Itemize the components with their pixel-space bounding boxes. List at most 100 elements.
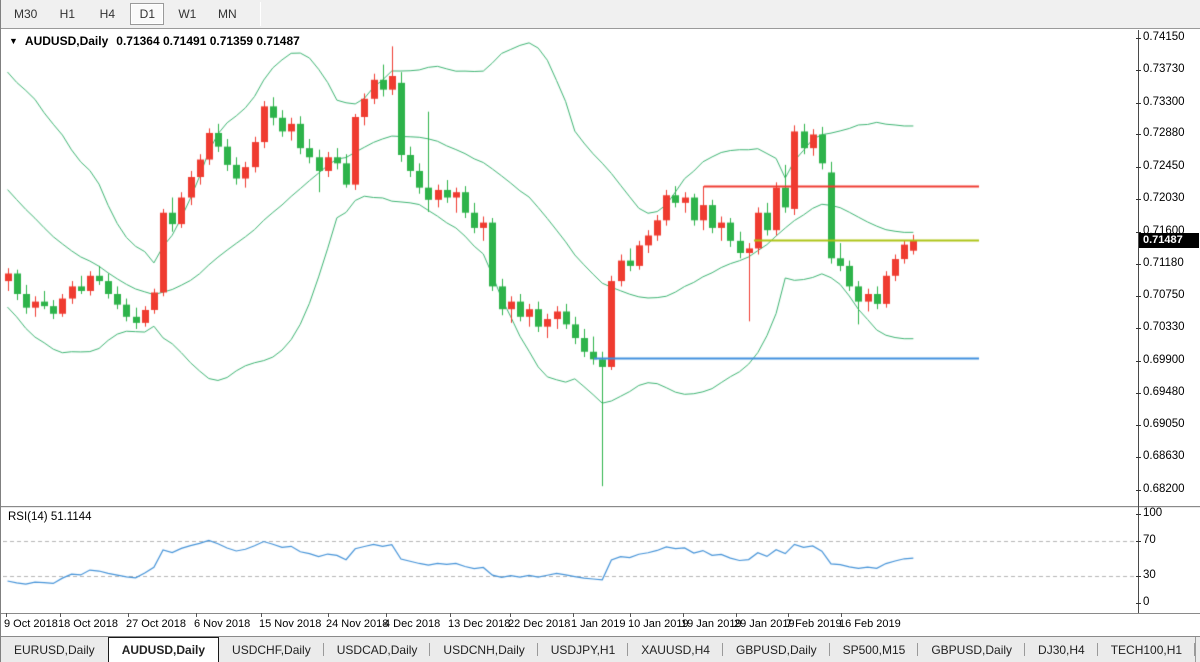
date-axis-tick [386, 613, 387, 617]
chart-ohlc-values: 0.71364 0.71491 0.71359 0.71487 [116, 34, 300, 48]
date-axis-tick [788, 613, 789, 617]
price-axis-label: 0.68200 [1143, 483, 1185, 495]
date-axis-label: 22 Dec 2018 [508, 618, 570, 630]
date-axis-tick [450, 613, 451, 617]
price-axis-tick [1136, 393, 1141, 394]
chevron-down-icon[interactable]: ▼ [9, 36, 18, 46]
date-axis-tick [328, 613, 329, 617]
tab-scroll-arrows: ◄ ► [1195, 637, 1200, 662]
price-axis-tick [1136, 167, 1141, 168]
date-axis-tick [736, 613, 737, 617]
date-axis-tick [630, 613, 631, 617]
timeframe-button-w1[interactable]: W1 [170, 3, 204, 25]
date-axis-tick [841, 613, 842, 617]
timeframe-button-h1[interactable]: H1 [50, 3, 84, 25]
date-axis-label: 27 Oct 2018 [126, 618, 186, 630]
chart-tab-usdcad-3[interactable]: USDCAD,Daily [324, 637, 431, 662]
rsi-axis-tick [1136, 576, 1141, 577]
date-axis-label: 1 Jan 2019 [571, 618, 625, 630]
price-axis-label: 0.73300 [1143, 96, 1185, 108]
chart-tab-usdjpy-5[interactable]: USDJPY,H1 [538, 637, 628, 662]
price-axis-label: 0.71180 [1143, 257, 1184, 269]
main-chart-panel [1, 30, 1200, 506]
date-axis-label: 9 Oct 2018 [4, 618, 58, 630]
date-axis: 9 Oct 201818 Oct 2018 27 Oct 2018 6 Nov 20… [1, 613, 1200, 636]
price-axis-label: 0.72030 [1143, 192, 1185, 204]
price-axis-tick [1136, 134, 1141, 135]
price-axis-border [1138, 30, 1139, 613]
price-axis-label: 0.69050 [1143, 418, 1185, 430]
date-axis-tick [573, 613, 574, 617]
rsi-axis-label: 100 [1143, 507, 1162, 519]
price-axis-label: 0.68630 [1143, 450, 1185, 462]
price-axis-label: 0.69480 [1143, 386, 1185, 398]
chart-tab-sp500-8[interactable]: SP500,M15 [830, 637, 919, 662]
price-axis-tick [1136, 361, 1141, 362]
date-axis-tick [196, 613, 197, 617]
date-axis-label: 19 Jan 2019 [681, 618, 742, 630]
trading-terminal-window: M30 H1 H4 D1 W1 MN ▼ AUDUSD,Daily 0.71364 0.714… [0, 0, 1200, 662]
date-axis-tick [261, 613, 262, 617]
price-axis-label: 0.74150 [1143, 31, 1185, 43]
tab-separator [1194, 643, 1195, 656]
price-axis-tick [1136, 328, 1141, 329]
chart-tab-gbpusd-9[interactable]: GBPUSD,Daily [918, 637, 1025, 662]
timeframe-button-h4[interactable]: H4 [90, 3, 124, 25]
price-axis-tick [1136, 103, 1141, 104]
chart-title: ▼ AUDUSD,Daily 0.71364 0.71491 0.71359 0.7… [9, 34, 300, 48]
chart-symbol-label: AUDUSD,Daily [25, 34, 108, 48]
timeframe-button-d1[interactable]: D1 [130, 3, 164, 25]
rsi-axis-label: 0 [1143, 596, 1149, 608]
timeframe-toolbar: M30 H1 H4 D1 W1 MN [1, 0, 1200, 29]
date-axis-tick [128, 613, 129, 617]
date-axis-label: 6 Nov 2018 [194, 618, 250, 630]
price-axis-tick [1136, 457, 1141, 458]
chart-tab-dj30-10[interactable]: DJ30,H4 [1025, 637, 1098, 662]
price-axis-tick [1136, 425, 1141, 426]
rsi-chart-canvas[interactable] [3, 508, 1138, 612]
rsi-indicator-label: RSI(14) 51.1144 [8, 511, 92, 523]
date-axis-label: 13 Dec 2018 [448, 618, 510, 630]
chart-tab-usdcnh-4[interactable]: USDCNH,Daily [430, 637, 537, 662]
date-axis-label: 15 Nov 2018 [259, 618, 321, 630]
price-axis-label: 0.72450 [1143, 160, 1185, 172]
rsi-axis-label: 70 [1143, 534, 1156, 546]
rsi-indicator-panel [1, 508, 1200, 612]
price-axis-label: 0.69900 [1143, 354, 1185, 366]
rsi-axis-tick [1136, 603, 1141, 604]
date-axis-label: 4 Dec 2018 [384, 618, 440, 630]
chart-tab-eurusd-0[interactable]: EURUSD,Daily [1, 637, 108, 662]
timeframe-button-m30[interactable]: M30 [7, 3, 44, 25]
rsi-axis-tick [1136, 541, 1141, 542]
price-axis-tick [1136, 296, 1141, 297]
rsi-axis-tick [1136, 514, 1141, 515]
price-axis-label: 0.70750 [1143, 289, 1185, 301]
rsi-axis-label: 30 [1143, 569, 1156, 581]
price-axis-tick [1136, 38, 1141, 39]
date-axis-label: 16 Feb 2019 [839, 618, 901, 630]
chart-tab-xauusd-6[interactable]: XAUUSD,H4 [628, 637, 723, 662]
price-chart-canvas[interactable] [3, 30, 1138, 506]
price-axis-tick [1136, 264, 1141, 265]
date-axis-tick [683, 613, 684, 617]
price-axis-tick [1136, 490, 1141, 491]
chart-tab-tech100-11[interactable]: TECH100,H1 [1098, 637, 1195, 662]
chart-tab-audusd-1[interactable]: AUDUSD,Daily [108, 637, 219, 662]
date-axis-label: 18 Oct 2018 [58, 618, 118, 630]
date-axis-label: 24 Nov 2018 [326, 618, 388, 630]
date-axis-tick [6, 613, 7, 617]
price-axis-tick [1136, 232, 1141, 233]
date-axis-tick [510, 613, 511, 617]
date-axis-label: 10 Jan 2019 [628, 618, 689, 630]
price-axis-label: 0.73730 [1143, 63, 1185, 75]
price-axis-label: 0.72880 [1143, 127, 1185, 139]
price-axis-tick [1136, 70, 1141, 71]
chart-tab-gbpusd-7[interactable]: GBPUSD,Daily [723, 637, 830, 662]
price-axis-label: 0.70330 [1143, 321, 1185, 333]
timeframe-button-mn[interactable]: MN [210, 3, 244, 25]
date-axis-label: 7 Feb 2019 [786, 618, 842, 630]
date-axis-tick [60, 613, 61, 617]
symbol-tab-bar: EURUSD,DailyAUDUSD,DailyUSDCHF,DailyUSDC… [1, 636, 1200, 662]
chart-tab-usdchf-2[interactable]: USDCHF,Daily [219, 637, 324, 662]
price-axis-label: 0.71600 [1143, 225, 1185, 237]
